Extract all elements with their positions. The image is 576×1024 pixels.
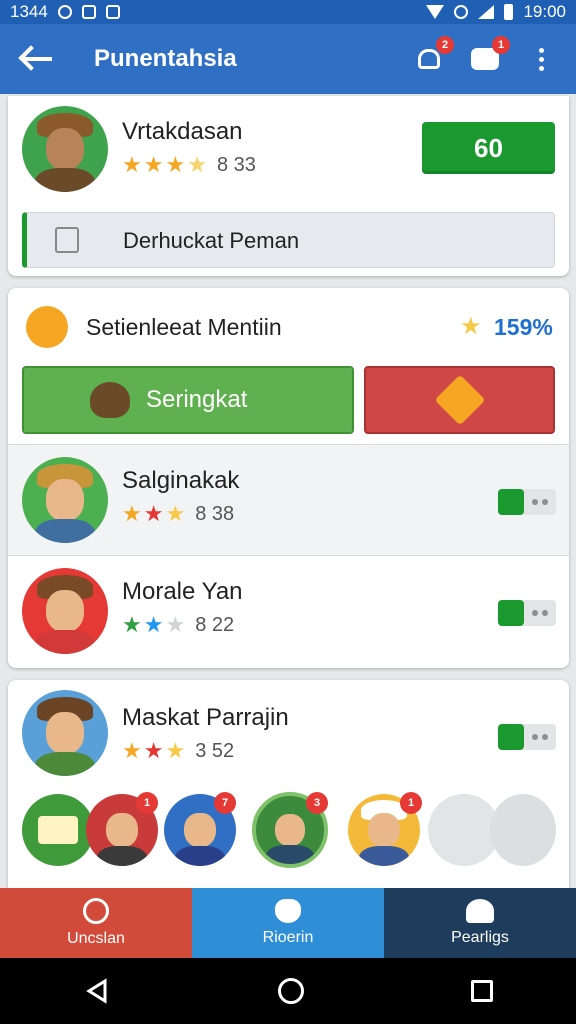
user-name: Salginakak [122,467,240,494]
target-icon [57,5,72,19]
alarm-icon [454,5,469,19]
star-icon: ★ [460,313,482,340]
nav-back-icon[interactable] [83,977,111,1005]
avatar-strip: 1 7 3 1 [8,792,569,872]
tab-pearligs[interactable]: Pearligs [384,888,576,958]
tab-rioerin[interactable]: Rioerin [192,888,384,958]
avatar-badge: 3 [306,792,328,814]
clipboard-icon [55,227,79,253]
user-rating: ★ ★ ★ 8 38 [122,501,234,527]
status-time-right: 19:00 [523,2,566,21]
profile-name: Vrtakdasan [122,118,243,145]
rating-value: 8 38 [195,502,235,525]
tab-label: Uncslan [67,930,125,947]
star-icon: ★ [187,152,207,177]
profile-action-button[interactable]: 60 [422,122,555,174]
primary-action-button[interactable]: Seringkat [22,366,354,434]
arrow-left-icon [24,57,52,61]
user-toggle[interactable] [498,489,556,515]
avatar-badge: 7 [214,792,236,814]
bell-icon [418,49,440,69]
tab-uncslan[interactable]: Uncslan [0,888,192,958]
star-icon: ★ [122,152,142,177]
user-name: Maskat Parrajin [122,704,289,731]
user-rating: ★ ★ ★ 3 52 [122,738,234,764]
section-card: Setienleeat Mentiin ★ 159% Seringkat Sal… [8,288,569,668]
profile-action-label: 60 [474,132,503,163]
star-icon: ★ [143,152,164,177]
rating-value: 8 33 [216,153,256,176]
bottom-tab-bar: Uncslan Rioerin Pearligs [0,888,576,958]
star-icon: ★ [122,612,142,637]
tab-label: Pearligs [451,929,509,946]
user-name: Morale Yan [122,578,243,605]
app-bar: Punentahsia 2 1 [0,24,576,94]
profile-avatar[interactable] [22,106,108,192]
disc-icon [83,898,109,924]
user-rating: ★ ★ ★ 8 22 [122,612,234,638]
status-time-left: 1344 [10,2,48,21]
tag-avatar[interactable] [22,794,94,866]
wifi-icon [426,5,445,19]
section-percent: 159% [494,314,553,340]
notifications-button[interactable]: 2 [414,36,454,74]
user-avatar [22,568,108,654]
heart-icon [275,899,301,923]
star-icon: ★ [165,738,186,763]
badge-icon [434,374,485,426]
star-icon: ★ [165,152,186,177]
user-toggle[interactable] [498,724,556,750]
star-icon: ★ [143,612,164,637]
animal-icon [90,382,130,418]
messages-button[interactable]: 1 [470,36,510,74]
locked-avatar[interactable] [490,794,556,866]
system-nav-bar [0,958,576,1024]
star-icon: ★ [143,501,164,526]
back-button[interactable] [0,24,76,94]
tag-icon [38,816,78,844]
secondary-action-button[interactable] [364,366,555,434]
app-notification-icon [81,5,96,19]
signal-icon [478,5,495,19]
user-toggle[interactable] [498,600,556,626]
friend-card: Maskat Parrajin ★ ★ ★ 3 52 1 7 3 1 [8,680,569,890]
chat-badge: 1 [492,36,510,54]
rating-value: 3 52 [195,739,235,762]
profile-card: Vrtakdasan ★ ★ ★ ★ 8 33 60 Derhuckat Pеm… [8,96,569,276]
star-icon: ★ [165,612,186,637]
rating-value: 8 22 [195,613,235,636]
user-avatar [22,457,108,543]
overflow-menu-button[interactable] [526,44,556,74]
battery-icon [504,4,514,20]
star-icon: ★ [122,501,142,526]
check-icon [105,5,120,19]
section-emoji-icon [26,306,68,348]
more-vert-icon [538,47,544,71]
page-title: Punentahsia [94,45,237,72]
people-icon [466,899,494,923]
notification-badge: 2 [436,36,454,54]
primary-action-label: Seringkat [146,386,248,413]
profile-field-text: Derhuckat Pеman [123,228,300,253]
section-title: Setienleeat Mentiin [86,314,282,340]
star-icon: ★ [122,738,142,763]
star-icon: ★ [165,501,186,526]
user-avatar[interactable] [22,690,108,776]
profile-field[interactable]: Derhuckat Pеman [22,212,555,268]
tab-label: Rioerin [262,929,314,946]
list-item[interactable]: Morale Yan ★ ★ ★ 8 22 [8,556,569,668]
status-bar: 1344 19:00 [0,0,576,24]
profile-rating: ★ ★ ★ ★ 8 33 [122,152,256,178]
avatar-badge: 1 [136,792,158,814]
nav-recents-icon[interactable] [470,980,493,1002]
avatar-badge: 1 [400,792,422,814]
list-item[interactable]: Salginakak ★ ★ ★ 8 38 [8,445,569,555]
star-icon: ★ [143,738,164,763]
nav-home-icon[interactable] [277,978,304,1004]
